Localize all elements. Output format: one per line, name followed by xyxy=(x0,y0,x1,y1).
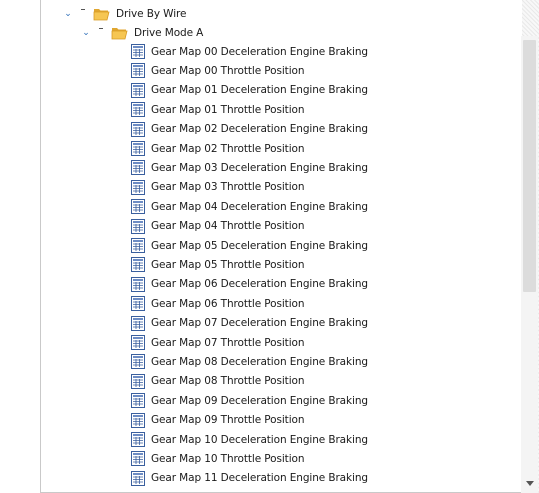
table-document-icon xyxy=(131,412,145,428)
table-document-icon xyxy=(131,102,145,118)
tree-item[interactable]: Gear Map 09 Throttle Position xyxy=(131,411,304,430)
table-document-icon xyxy=(131,354,145,370)
item-label: Gear Map 01 Throttle Position xyxy=(151,103,305,116)
table-document-icon xyxy=(131,218,145,234)
item-label: Gear Map 08 Deceleration Engine Braking xyxy=(151,355,368,368)
item-label: Gear Map 00 Deceleration Engine Braking xyxy=(151,45,368,58)
item-label: Gear Map 03 Throttle Position xyxy=(151,181,305,194)
item-label: Gear Map 10 Deceleration Engine Braking xyxy=(151,433,368,446)
tree-item[interactable]: Gear Map 00 Deceleration Engine Braking xyxy=(131,42,368,61)
item-label: Gear Map 09 Deceleration Engine Braking xyxy=(151,394,368,407)
item-label: Gear Map 06 Deceleration Engine Braking xyxy=(151,278,368,291)
tree-item[interactable]: Gear Map 04 Throttle Position xyxy=(131,217,304,236)
table-document-icon xyxy=(131,238,145,253)
tree-folder-drive-by-wire[interactable]: ⌄ Drive By Wire xyxy=(63,4,187,23)
tree-item[interactable]: Gear Map 11 Deceleration Engine Braking xyxy=(131,469,368,488)
table-document-icon xyxy=(131,44,145,59)
tree-connector xyxy=(81,9,85,10)
tree-item[interactable]: Gear Map 07 Throttle Position xyxy=(131,333,304,352)
tree-item[interactable]: Gear Map 00 Throttle Position xyxy=(131,61,304,80)
scrollbar-thumb[interactable] xyxy=(523,40,536,292)
open-folder-icon xyxy=(93,8,110,20)
tree-item[interactable]: Gear Map 05 Deceleration Engine Braking xyxy=(131,236,368,255)
item-label: Gear Map 11 Deceleration Engine Braking xyxy=(151,472,368,485)
item-label: Gear Map 03 Deceleration Engine Braking xyxy=(151,161,368,174)
item-label: Gear Map 09 Throttle Position xyxy=(151,414,305,427)
table-document-icon xyxy=(131,315,145,331)
table-document-icon xyxy=(131,63,145,79)
table-document-icon xyxy=(131,335,145,350)
tree-item[interactable]: Gear Map 08 Throttle Position xyxy=(131,372,304,391)
tree-folder-drive-mode-a[interactable]: ⌄ Drive Mode A xyxy=(81,23,203,42)
table-document-icon xyxy=(131,470,145,486)
table-document-icon xyxy=(131,121,145,137)
tree-item[interactable]: Gear Map 05 Throttle Position xyxy=(131,255,304,274)
table-document-icon xyxy=(131,373,145,389)
open-folder-icon xyxy=(111,27,128,39)
table-document-icon xyxy=(131,179,145,195)
item-label: Gear Map 07 Throttle Position xyxy=(151,336,305,349)
table-document-icon xyxy=(131,141,145,156)
tree-item[interactable]: Gear Map 06 Deceleration Engine Braking xyxy=(131,275,368,294)
scroll-down-button[interactable] xyxy=(521,477,538,489)
tree-item[interactable]: Gear Map 01 Throttle Position xyxy=(131,100,304,119)
tree-item[interactable]: Gear Map 02 Throttle Position xyxy=(131,139,304,158)
vertical-scrollbar[interactable] xyxy=(521,36,538,493)
table-document-icon xyxy=(131,393,145,409)
table-document-icon xyxy=(131,296,145,312)
item-label: Gear Map 00 Throttle Position xyxy=(151,64,305,77)
chevron-down-icon[interactable]: ⌄ xyxy=(63,9,73,19)
item-label: Gear Map 02 Throttle Position xyxy=(151,142,305,155)
item-label: Gear Map 10 Throttle Position xyxy=(151,452,305,465)
item-label: Gear Map 08 Throttle Position xyxy=(151,375,305,388)
table-document-icon xyxy=(131,82,145,98)
tree-item[interactable]: Gear Map 01 Deceleration Engine Braking xyxy=(131,81,368,100)
tree-item[interactable]: Gear Map 03 Throttle Position xyxy=(131,178,304,197)
item-label: Gear Map 04 Throttle Position xyxy=(151,220,305,233)
chevron-down-icon[interactable]: ⌄ xyxy=(81,28,91,38)
scroll-down-arrow-icon xyxy=(525,480,534,486)
tree-item[interactable]: Gear Map 06 Throttle Position xyxy=(131,294,304,313)
tree-item[interactable]: Gear Map 02 Deceleration Engine Braking xyxy=(131,120,368,139)
tree-item[interactable]: Gear Map 10 Throttle Position xyxy=(131,449,304,468)
item-label: Gear Map 01 Deceleration Engine Braking xyxy=(151,84,368,97)
folder-label: Drive By Wire xyxy=(116,7,187,20)
folder-label: Drive Mode A xyxy=(134,26,204,39)
table-document-icon xyxy=(131,160,145,176)
item-label: Gear Map 02 Deceleration Engine Braking xyxy=(151,123,368,136)
tree-item[interactable]: Gear Map 09 Deceleration Engine Braking xyxy=(131,391,368,410)
item-label: Gear Map 05 Throttle Position xyxy=(151,258,305,271)
table-document-icon xyxy=(131,276,145,292)
table-document-icon xyxy=(131,199,145,215)
item-label: Gear Map 05 Deceleration Engine Braking xyxy=(151,239,368,252)
tree-item[interactable]: Gear Map 03 Deceleration Engine Braking xyxy=(131,158,368,177)
table-document-icon xyxy=(131,257,145,273)
table-document-icon xyxy=(131,451,145,467)
tree-item[interactable]: Gear Map 10 Deceleration Engine Braking xyxy=(131,430,368,449)
table-document-icon xyxy=(131,432,145,447)
item-label: Gear Map 07 Deceleration Engine Braking xyxy=(151,317,368,330)
tree-connector xyxy=(99,28,103,29)
tree-item[interactable]: Gear Map 04 Deceleration Engine Braking xyxy=(131,197,368,216)
tree-item[interactable]: Gear Map 07 Deceleration Engine Braking xyxy=(131,314,368,333)
item-label: Gear Map 06 Throttle Position xyxy=(151,297,305,310)
tree-item[interactable]: Gear Map 08 Deceleration Engine Braking xyxy=(131,352,368,371)
item-label: Gear Map 04 Deceleration Engine Braking xyxy=(151,200,368,213)
